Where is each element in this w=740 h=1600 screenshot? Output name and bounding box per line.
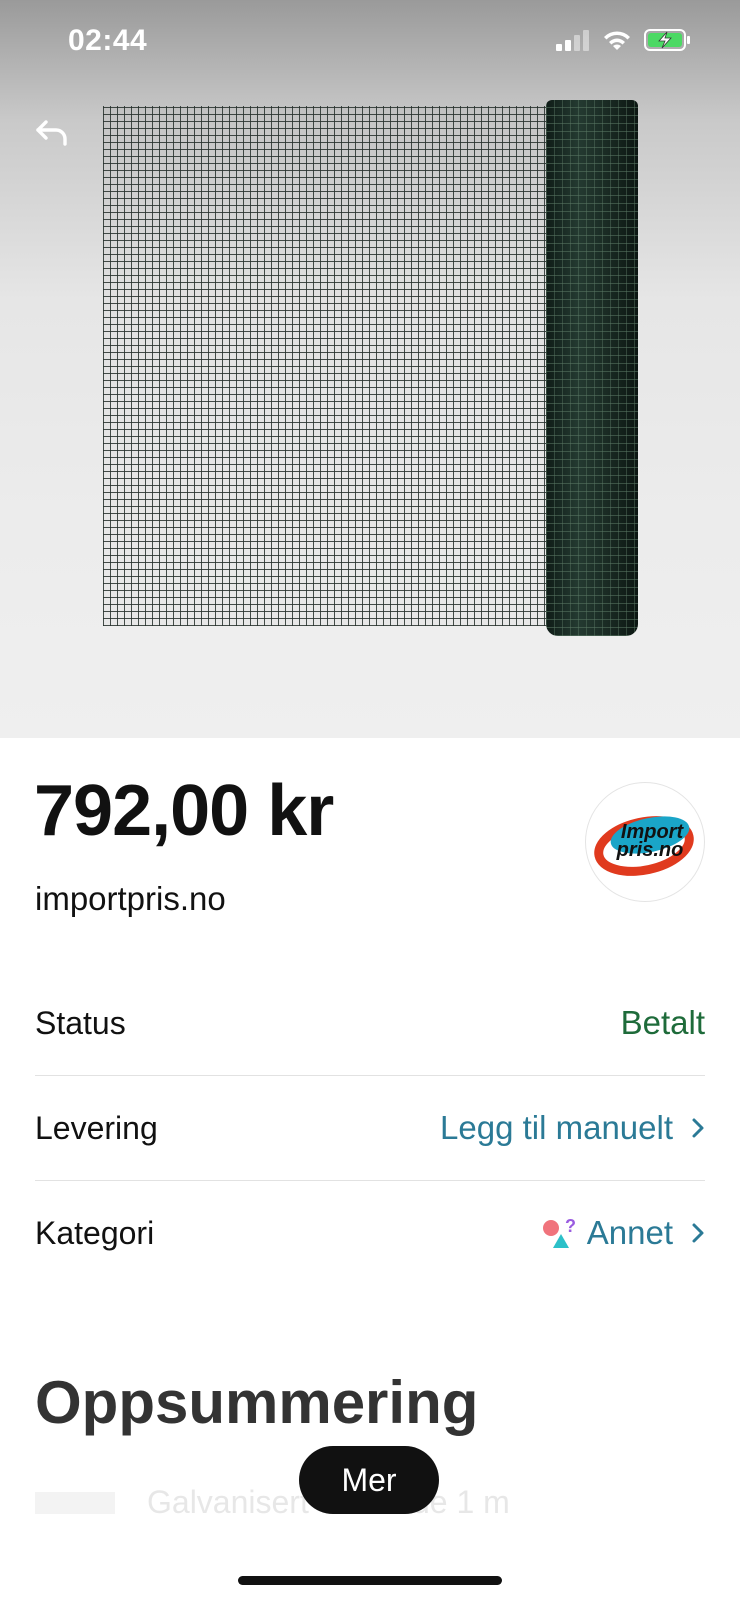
summary-title: Oppsummering [35, 1369, 479, 1436]
wire-roll-image [546, 100, 638, 636]
shapes-icon: ? [542, 1216, 576, 1248]
summary-item-thumbnail [35, 1492, 115, 1514]
category-row[interactable]: Kategori ? Annet [35, 1180, 705, 1286]
price: 792,00 kr [34, 771, 334, 851]
battery-charging-icon [644, 29, 690, 51]
delivery-label: Levering [35, 1109, 158, 1146]
category-link[interactable]: ? Annet [541, 1214, 705, 1252]
category-label: Kategori [35, 1214, 155, 1251]
chevron-right-icon [692, 1223, 704, 1243]
chevron-right-icon [692, 1118, 704, 1138]
shop-logo[interactable]: Import pris.no [585, 782, 705, 902]
back-arrow-icon [36, 120, 67, 146]
wire-mesh-image [103, 106, 549, 626]
status-icons [556, 28, 692, 52]
category-value: Annet [586, 1214, 673, 1251]
delivery-value: Legg til manuelt [440, 1109, 673, 1146]
more-button[interactable]: Mer [299, 1446, 439, 1514]
logo-text-2: pris.no [616, 839, 684, 861]
back-button[interactable] [32, 114, 72, 154]
status-time: 02:44 [68, 24, 148, 57]
wifi-icon [604, 31, 630, 50]
delivery-link[interactable]: Legg til manuelt [440, 1109, 705, 1147]
status-bar: 02:44 [0, 0, 740, 84]
importpris-logo: Import pris.no [594, 816, 694, 876]
shop-name: importpris.no [35, 880, 226, 917]
product-image-area: 02:44 [0, 0, 740, 738]
status-value: Betalt [620, 1004, 705, 1041]
status-row: Status Betalt [35, 970, 705, 1076]
status-label: Status [35, 1004, 126, 1041]
svg-text:?: ? [565, 1216, 576, 1236]
delivery-row[interactable]: Levering Legg til manuelt [35, 1075, 705, 1181]
home-indicator[interactable] [238, 1576, 502, 1585]
cellular-signal-icon [556, 30, 589, 51]
